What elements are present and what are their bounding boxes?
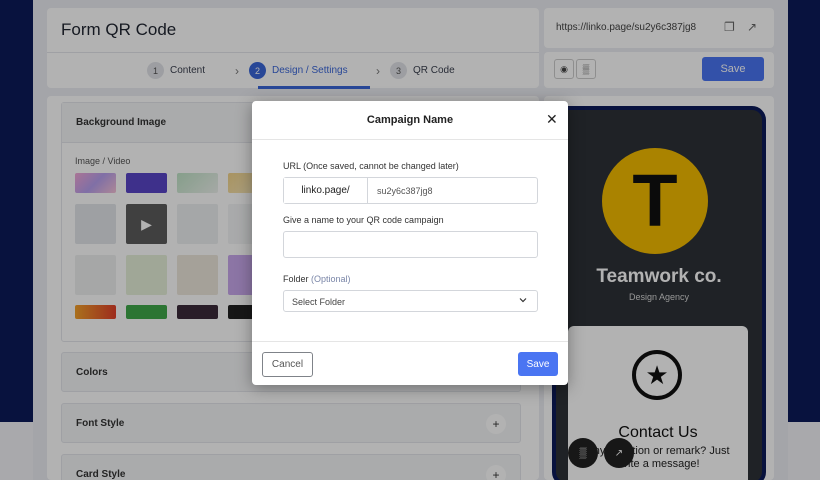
modal-title: Campaign Name [366, 114, 454, 126]
cancel-button[interactable]: Cancel [262, 352, 313, 377]
folder-label-text: Folder [283, 274, 309, 284]
chevron-down-icon [519, 298, 527, 303]
url-label: URL (Once saved, cannot be changed later… [283, 161, 459, 171]
campaign-name-label: Give a name to your QR code campaign [283, 215, 444, 225]
campaign-name-modal: Campaign Name ✕ URL (Once saved, cannot … [252, 101, 568, 385]
url-slug: su2y6c387jg8 [377, 186, 433, 196]
folder-selected-value: Select Folder [292, 297, 346, 307]
close-icon[interactable]: ✕ [546, 111, 558, 128]
campaign-name-input[interactable] [283, 231, 538, 258]
modal-header: Campaign Name ✕ [252, 101, 568, 140]
save-button[interactable]: Save [518, 352, 558, 376]
modal-footer: Cancel Save [252, 341, 568, 385]
folder-label: Folder (Optional) [283, 274, 351, 284]
folder-select[interactable]: Select Folder [283, 290, 538, 312]
url-prefix: linko.page/ [284, 178, 368, 203]
folder-optional: (Optional) [311, 274, 351, 284]
url-field: linko.page/ su2y6c387jg8 [283, 177, 538, 204]
